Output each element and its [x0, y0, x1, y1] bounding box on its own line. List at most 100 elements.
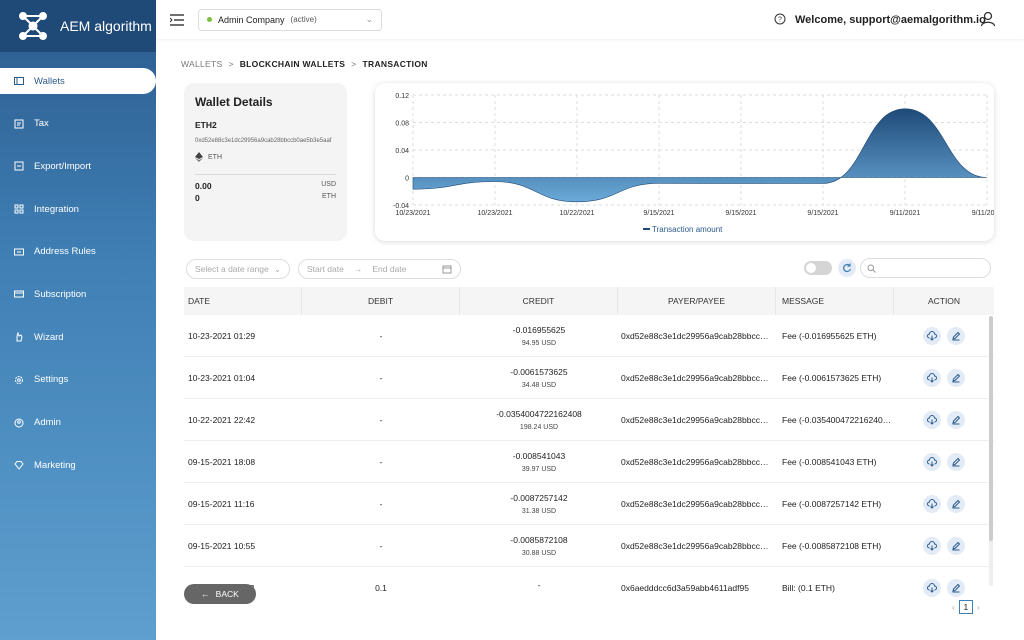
sidebar-nav: Wallets Tax Export/Import Integration Ad…	[0, 68, 156, 478]
x-tick-label: 9/11/2021	[972, 210, 994, 217]
balance-eth: 0 ETH	[195, 193, 336, 203]
edit-button[interactable]	[947, 368, 965, 387]
breadcrumb-transaction: TRANSACTION	[362, 59, 428, 69]
header-payer-payee[interactable]: PAYER/PAYEE	[618, 287, 776, 315]
download-button[interactable]	[923, 578, 941, 597]
download-button[interactable]	[923, 536, 941, 555]
view-toggle[interactable]	[804, 261, 832, 275]
edit-button[interactable]	[947, 326, 965, 345]
ethereum-icon	[195, 152, 203, 162]
cloud-download-icon	[927, 456, 937, 467]
date-separator-icon: →	[353, 264, 363, 274]
credit-amount: -0.0354004722162408	[496, 408, 582, 419]
current-page[interactable]: 1	[958, 600, 973, 614]
header-credit[interactable]: CREDIT	[460, 287, 618, 315]
sidebar-item-integration[interactable]: Integration	[0, 196, 156, 222]
table-scrollbar[interactable]	[989, 316, 993, 586]
prev-page-icon[interactable]: ‹	[952, 602, 955, 612]
download-button[interactable]	[923, 410, 941, 429]
cell-action	[894, 483, 994, 524]
cell-date: 10-22-2021 22:42	[188, 414, 256, 425]
date-picker[interactable]: Start date → End date	[298, 259, 461, 279]
scrollbar-thumb[interactable]	[989, 316, 993, 541]
table-row[interactable]: 10-22-2021 22:42 - -0.0354004722162408 198.…	[184, 399, 994, 441]
table-row[interactable]: 09-15-2021 11:16 - -0.0087257142 31.38 USD 0…	[184, 483, 994, 525]
legend-label: Transaction amount	[652, 225, 723, 234]
transaction-chart: 0.120.080.040-0.0410/23/2021 10/23/2021 10…	[393, 93, 994, 234]
edit-button[interactable]	[947, 578, 965, 597]
back-button[interactable]: ← BACK	[184, 584, 256, 604]
cell-debit: -	[379, 540, 383, 551]
cell-credit: -0.0087257142 31.38 USD	[460, 483, 618, 524]
download-button[interactable]	[923, 452, 941, 471]
refresh-button[interactable]	[838, 259, 856, 277]
edit-button[interactable]	[947, 494, 965, 513]
header-message[interactable]: MESSAGE	[776, 287, 894, 315]
table-row[interactable]: 09-15-2021 18:08 - -0.008541043 39.97 USD 0x…	[184, 441, 994, 483]
table-row[interactable]: 09-15-2021 10:55 - -0.0085872108 30.88 USD 0…	[184, 525, 994, 567]
y-tick-label: 0	[405, 176, 409, 183]
sidebar-item-wizard[interactable]: Wizard	[0, 324, 156, 350]
user-icon[interactable]	[980, 11, 996, 27]
payer-address: 0xd52e88c3e1dc29956a9cab28bbccb0ae5b3e5a…	[621, 414, 773, 425]
cell-date: 09-15-2021 18:08	[188, 456, 256, 467]
credit-amount: -0.008541043	[512, 450, 566, 461]
download-button[interactable]	[923, 326, 941, 345]
table-row[interactable]: 10-23-2021 01:29 - -0.016955625 94.95 USD 0x…	[184, 315, 994, 357]
sidebar-item-address-rules[interactable]: Address Rules	[0, 239, 156, 265]
sidebar-item-export-import[interactable]: Export/Import	[0, 153, 156, 179]
cell-debit: 0.1	[375, 582, 387, 593]
sidebar-item-admin[interactable]: Admin	[0, 410, 156, 436]
sidebar-item-tax[interactable]: Tax	[0, 111, 156, 137]
header-debit[interactable]: DEBIT	[302, 287, 460, 315]
pencil-icon	[952, 415, 961, 424]
credit-usd: 30.88 USD	[521, 549, 557, 557]
message-text: Fee (-0.0087257142 ETH)	[782, 498, 882, 509]
aem-logo-icon	[19, 12, 47, 40]
table-row[interactable]: 09-11-2021 14:130.1-0x6aedddcc6d3a59abb4…	[184, 567, 994, 597]
balance-eth-value: 0	[195, 193, 200, 203]
start-date-input[interactable]: Start date	[307, 264, 344, 274]
svg-text:?: ?	[778, 17, 782, 24]
next-page-icon[interactable]: ›	[977, 602, 980, 612]
sidebar-item-settings[interactable]: Settings	[0, 367, 156, 393]
download-button[interactable]	[923, 494, 941, 513]
pencil-icon	[952, 583, 961, 592]
download-button[interactable]	[923, 368, 941, 387]
date-range-select[interactable]: Select a date range ⌄	[186, 259, 290, 279]
message-text: Fee (-0.0354004722162408 ETH)	[782, 414, 894, 425]
breadcrumb-wallets[interactable]: WALLETS	[181, 59, 222, 69]
edit-button[interactable]	[947, 452, 965, 471]
sidebar-item-subscription[interactable]: Subscription	[0, 281, 156, 307]
receipt-icon	[14, 119, 24, 129]
breadcrumb-separator: >	[228, 59, 234, 69]
cell-message: Fee (-0.0087257142 ETH)	[776, 483, 894, 524]
breadcrumb-separator: >	[351, 59, 357, 69]
sidebar-item-wallets[interactable]: Wallets	[0, 68, 156, 94]
menu-collapse-icon[interactable]	[170, 13, 184, 26]
table-row[interactable]: 10-23-2021 01:04 - -0.0061573625 34.48 USD 0…	[184, 357, 994, 399]
sidebar-item-label: Subscription	[34, 288, 87, 300]
y-tick-label: 0.04	[395, 148, 409, 155]
edit-button[interactable]	[947, 410, 965, 429]
sidebar: AEM algorithm Wallets Tax Export/Import …	[0, 0, 156, 640]
credit-usd: 198.24 USD	[519, 423, 559, 431]
chevron-down-icon: ⌄	[365, 14, 373, 24]
end-date-input[interactable]: End date	[372, 264, 406, 274]
sidebar-item-label: Export/Import	[34, 160, 92, 172]
help-icon[interactable]: ?	[774, 13, 786, 25]
company-select[interactable]: Admin Company (active) ⌄	[198, 8, 382, 31]
sidebar-item-label: Marketing	[34, 459, 76, 471]
cell-payer: 0xd52e88c3e1dc29956a9cab28bbccb0ae5b3e5a…	[618, 441, 776, 482]
breadcrumb-blockchain-wallets[interactable]: BLOCKCHAIN WALLETS	[240, 59, 346, 69]
cell-message: Fee (-0.0061573625 ETH)	[776, 357, 894, 398]
breadcrumb: WALLETS > BLOCKCHAIN WALLETS > TRANSACTI…	[181, 59, 428, 69]
header-date[interactable]: DATE	[184, 287, 302, 315]
edit-button[interactable]	[947, 536, 965, 555]
sidebar-item-marketing[interactable]: Marketing	[0, 452, 156, 478]
export-icon	[14, 161, 24, 171]
payer-address: 0xd52e88c3e1dc29956a9cab28bbccb0ae5b3e5a…	[621, 330, 773, 341]
search-input[interactable]	[860, 258, 991, 278]
cell-debit: -	[379, 498, 383, 509]
cell-action	[894, 525, 994, 566]
